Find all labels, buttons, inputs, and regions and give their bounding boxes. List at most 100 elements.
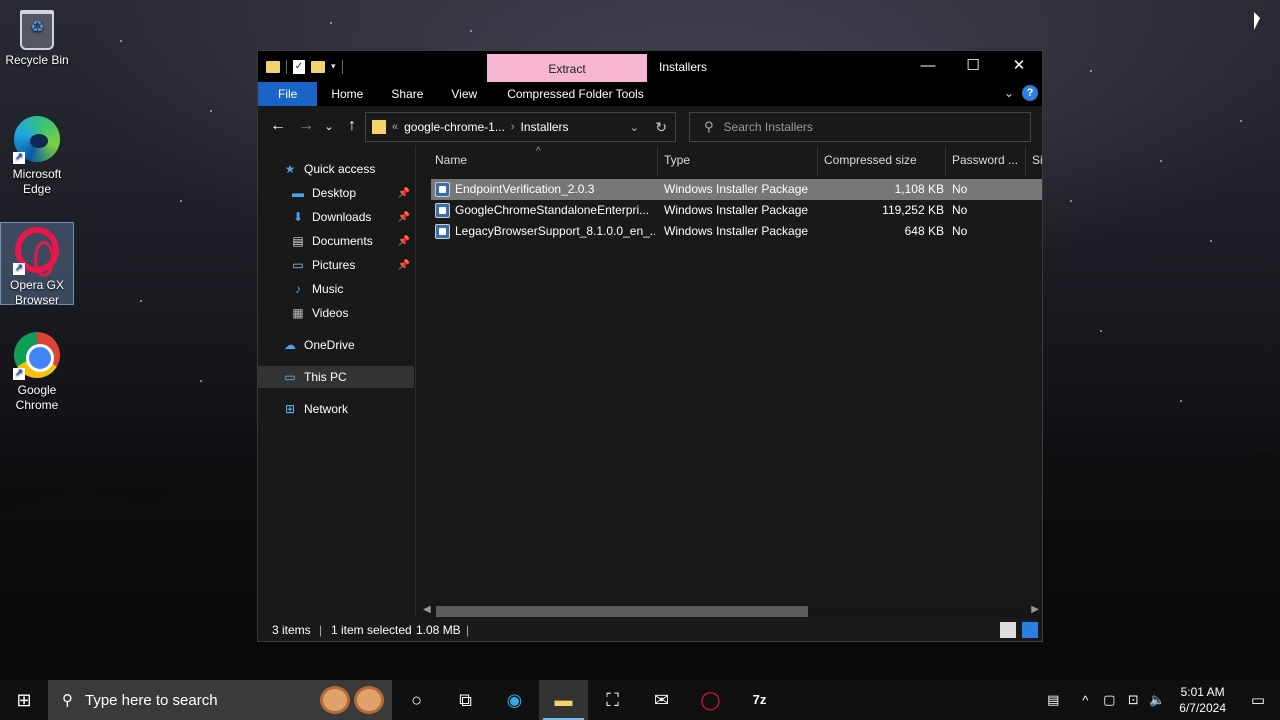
properties-icon[interactable]: ✓ — [293, 59, 305, 74]
nav-item-downloads[interactable]: ⬇ Downloads 📌 — [258, 206, 414, 228]
file-row[interactable]: GoogleChromeStandaloneEnterpri... Windows… — [431, 200, 1042, 221]
chevron-down-icon[interactable]: ⌄ — [630, 121, 639, 134]
nav-item-music[interactable]: ♪ Music — [258, 278, 414, 300]
search-input[interactable] — [723, 120, 1004, 134]
nav-item-videos[interactable]: ▦ Videos — [258, 302, 414, 324]
chevron-right-icon[interactable]: › — [511, 121, 515, 133]
details-view-icon[interactable] — [1000, 622, 1016, 638]
breadcrumb-overflow[interactable]: « — [392, 121, 398, 133]
tab-view[interactable]: View — [437, 82, 491, 106]
pin-icon[interactable]: 📌 — [398, 236, 410, 247]
minimize-button[interactable]: — — [905, 51, 951, 81]
opera-taskbar-icon[interactable]: ◯ — [686, 680, 735, 720]
tab-compressed-folder-tools[interactable]: Compressed Folder Tools — [493, 82, 658, 106]
pin-icon[interactable]: 📌 — [398, 260, 410, 271]
store-icon[interactable]: ⛶ — [588, 680, 637, 720]
device-icon[interactable]: ▢ — [1097, 692, 1121, 708]
nav-item-label: Videos — [312, 306, 349, 320]
file-row[interactable]: EndpointVerification_2.0.3 Windows Instal… — [431, 179, 1042, 200]
cortana-icon[interactable]: ○ — [392, 680, 441, 720]
forward-arrow-icon[interactable]: → — [292, 117, 320, 135]
nav-item-network[interactable]: ⊞ Network — [258, 398, 414, 420]
file-row[interactable]: LegacyBrowserSupport_8.1.0.0_en_... Windo… — [431, 221, 1042, 242]
pin-icon[interactable]: 📌 — [398, 188, 410, 199]
breadcrumb-item[interactable]: google-chrome-1... — [404, 120, 505, 134]
desktop-icon-opera-gx[interactable]: ↗ Opera GX Browser — [0, 222, 74, 307]
news-icon[interactable]: ▤ — [1041, 692, 1065, 708]
column-header-type[interactable]: Type — [658, 146, 818, 176]
clock[interactable]: 5:01 AM 6/7/2024 — [1179, 684, 1226, 716]
taskbar-search[interactable]: ⚲ Type here to search — [48, 680, 392, 720]
recycle-bin-icon — [13, 10, 61, 50]
file-name: GoogleChromeStandaloneEnterpri... — [455, 203, 650, 217]
extract-contextual-tab[interactable]: Extract — [487, 54, 647, 82]
pin-icon[interactable]: 📌 — [398, 212, 410, 223]
file-compressed-size: 1,108 KB — [894, 182, 944, 196]
expand-ribbon-icon[interactable]: ⌄ — [1004, 86, 1014, 100]
up-arrow-icon[interactable]: ↑ — [338, 117, 366, 135]
recent-locations-icon[interactable]: ⌄ — [320, 120, 338, 133]
title-bar[interactable]: ✓ ▾ Extract Installers — ☐ ✕ — [258, 51, 1042, 82]
nav-item-label: Music — [312, 282, 344, 296]
task-view-icon[interactable]: ⧉ — [441, 680, 490, 720]
column-header-size[interactable]: Si — [1026, 146, 1042, 176]
selection-count: 1 item selected — [331, 623, 412, 637]
tab-home[interactable]: Home — [317, 82, 377, 106]
maximize-button[interactable]: ☐ — [950, 51, 996, 81]
file-explorer-window: ✓ ▾ Extract Installers — ☐ ✕ File Home S… — [257, 50, 1043, 642]
nav-item-desktop[interactable]: ▬ Desktop 📌 — [258, 182, 414, 204]
taskbar-search-placeholder: Type here to search — [85, 691, 218, 709]
tab-file[interactable]: File — [258, 82, 318, 106]
nav-item-onedrive[interactable]: ☁ OneDrive — [258, 334, 414, 356]
folder-icon[interactable] — [266, 60, 280, 73]
nav-item-label: Desktop — [312, 186, 357, 200]
new-folder-icon[interactable] — [311, 60, 325, 73]
search-icon: ⚲ — [62, 692, 73, 709]
nav-item-documents[interactable]: ▤ Documents 📌 — [258, 230, 414, 252]
nav-item-label: Downloads — [312, 210, 372, 224]
mail-icon[interactable]: ✉ — [637, 680, 686, 720]
chevron-up-icon[interactable]: ^ — [1073, 693, 1097, 708]
scroll-left-icon[interactable]: ◀ — [423, 604, 431, 615]
window-title: Installers — [659, 60, 708, 74]
horizontal-scrollbar[interactable]: ◀ ▶ — [418, 603, 1042, 620]
windows-start-icon[interactable]: ⊞ — [0, 680, 48, 720]
column-header-name[interactable]: Name ^ — [418, 146, 658, 176]
desktop-icon-label: Google Chrome — [15, 383, 59, 412]
nav-item-quick-access[interactable]: ★ Quick access — [258, 158, 414, 180]
desktop-icon-recycle-bin[interactable]: Recycle Bin — [0, 6, 74, 76]
volume-muted-icon[interactable]: 🔈 — [1145, 692, 1169, 708]
search-box[interactable]: ⚲ — [689, 112, 1031, 142]
scroll-right-icon[interactable]: ▶ — [1031, 604, 1039, 615]
nav-item-label: This PC — [304, 370, 347, 384]
refresh-icon[interactable]: ↻ — [655, 119, 667, 136]
nav-item-pictures[interactable]: ▭ Pictures 📌 — [258, 254, 414, 276]
7zip-icon[interactable]: 7z — [735, 680, 784, 720]
back-arrow-icon[interactable]: ← — [264, 117, 292, 135]
desktop-icon-label: Opera GX Browser — [9, 278, 65, 307]
column-header-password[interactable]: Password ... — [946, 146, 1026, 176]
breadcrumb-item[interactable]: Installers — [521, 120, 569, 134]
file-type: Windows Installer Package — [664, 203, 809, 217]
scrollbar-thumb[interactable] — [436, 606, 808, 617]
desktop-icon-label: Microsoft Edge — [12, 167, 62, 196]
file-explorer-taskbar-icon[interactable]: ▬ — [539, 680, 588, 720]
customize-toolbar-icon[interactable]: ▾ — [331, 61, 336, 72]
cloud-icon: ☁ — [284, 338, 296, 352]
notification-center-icon[interactable]: ▭ — [1236, 691, 1280, 709]
close-button[interactable]: ✕ — [996, 51, 1042, 81]
large-icons-view-icon[interactable] — [1022, 622, 1038, 638]
address-bar[interactable]: « google-chrome-1... › Installers ⌄ ↻ — [365, 112, 676, 142]
tab-share[interactable]: Share — [377, 82, 437, 106]
computer-icon: ▭ — [284, 370, 296, 384]
desktop-icon-google-chrome[interactable]: ↗ Google Chrome — [0, 328, 74, 414]
nav-item-this-pc[interactable]: ▭ This PC — [258, 366, 414, 388]
desktop-icon-microsoft-edge[interactable]: ↗ Microsoft Edge — [0, 112, 74, 198]
edge-taskbar-icon[interactable]: ◉ — [490, 680, 539, 720]
network-status-icon[interactable]: ⊡ — [1121, 692, 1145, 708]
music-icon: ♪ — [295, 282, 301, 296]
column-header-compressed-size[interactable]: Compressed size — [818, 146, 946, 176]
help-icon[interactable]: ? — [1022, 85, 1038, 101]
file-password: No — [952, 182, 968, 196]
chrome-icon: ↗ — [13, 332, 61, 380]
